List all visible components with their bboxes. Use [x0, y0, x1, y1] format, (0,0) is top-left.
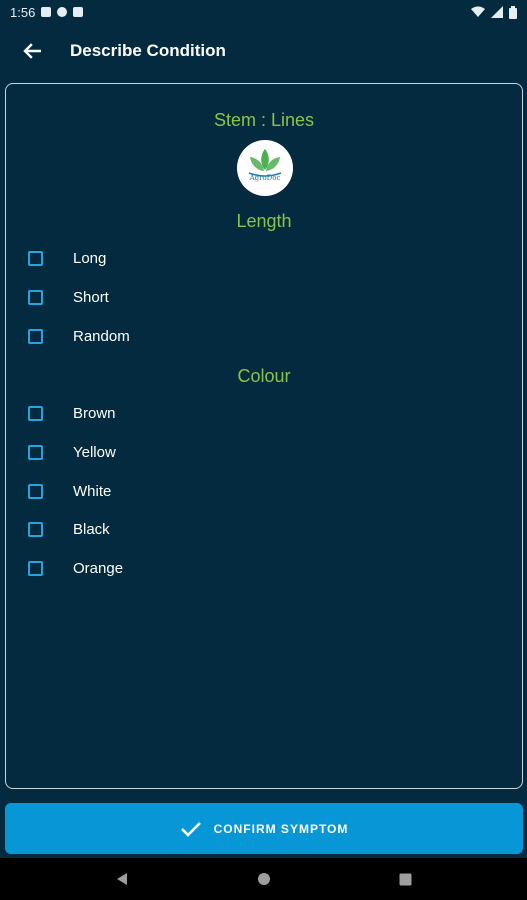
- back-triangle-icon: [116, 873, 127, 885]
- agrodoc-logo: AgroDoc: [237, 140, 293, 196]
- data-saver-icon: [57, 7, 68, 17]
- option-label: Orange: [73, 559, 124, 577]
- checkbox[interactable]: [28, 444, 43, 460]
- confirm-symptom-button[interactable]: CONFIRM SYMPTOM: [5, 803, 523, 854]
- card-title: Stem : Lines: [213, 110, 315, 130]
- battery-icon: [509, 5, 517, 19]
- back-button[interactable]: [12, 31, 52, 71]
- option-long[interactable]: Long: [28, 243, 488, 273]
- option-label: Black: [73, 520, 110, 538]
- nav-home-button[interactable]: [244, 859, 284, 899]
- checkbox[interactable]: [28, 289, 43, 305]
- condition-card: Stem : Lines AgroDoc Length Long Short R…: [5, 83, 523, 789]
- page-title: Describe Condition: [70, 41, 226, 60]
- checkbox[interactable]: [28, 483, 43, 499]
- checkbox[interactable]: [28, 250, 43, 266]
- checkbox[interactable]: [28, 521, 43, 537]
- section-heading-length: Length: [236, 211, 292, 231]
- checkbox[interactable]: [28, 328, 43, 344]
- option-black[interactable]: Black: [28, 514, 488, 544]
- option-label: Short: [73, 288, 109, 306]
- option-label: Brown: [73, 404, 116, 422]
- option-label: Random: [73, 327, 130, 345]
- recents-square-icon: [399, 873, 412, 885]
- option-orange[interactable]: Orange: [28, 553, 488, 583]
- wifi-icon: [471, 6, 485, 17]
- nav-recents-button[interactable]: [386, 859, 426, 899]
- system-nav-bar: [0, 858, 527, 900]
- option-white[interactable]: White: [28, 476, 488, 506]
- checkbox[interactable]: [28, 560, 43, 576]
- sd-card-icon: [73, 7, 84, 17]
- app-bar: Describe Condition: [0, 24, 527, 78]
- arrow-left-icon: [23, 43, 41, 59]
- logo-text: AgroDoc: [249, 174, 281, 182]
- home-circle-icon: [257, 873, 270, 885]
- status-time: 1:56: [10, 4, 36, 20]
- option-random[interactable]: Random: [28, 321, 488, 351]
- option-label: White: [73, 482, 112, 500]
- option-yellow[interactable]: Yellow: [28, 437, 488, 467]
- check-icon: [180, 821, 201, 837]
- leaf-logo-icon: [248, 149, 282, 177]
- nav-back-button[interactable]: [102, 859, 142, 899]
- status-bar: 1:56: [0, 0, 527, 24]
- option-short[interactable]: Short: [28, 282, 488, 312]
- notification-icon: [41, 7, 52, 17]
- option-brown[interactable]: Brown: [28, 398, 488, 428]
- section-heading-colour: Colour: [237, 366, 291, 386]
- option-label: Long: [73, 249, 107, 267]
- option-label: Yellow: [73, 443, 116, 461]
- confirm-button-label: CONFIRM SYMPTOM: [213, 821, 349, 836]
- checkbox[interactable]: [28, 405, 43, 421]
- signal-icon: [491, 6, 503, 18]
